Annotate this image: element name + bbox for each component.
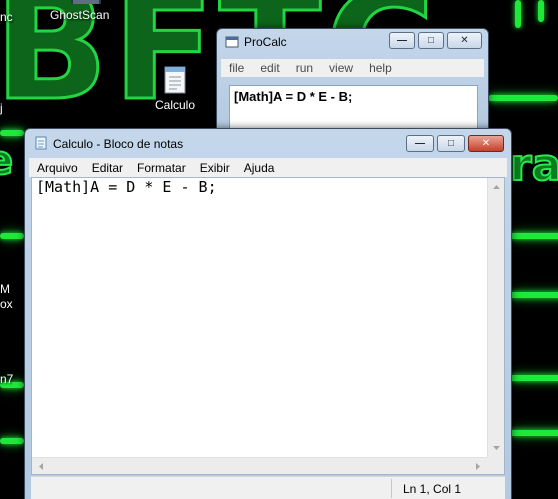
procalc-titlebar[interactable]: ProCalc — □ ✕: [217, 29, 488, 55]
wallpaper-neon-line: [488, 95, 558, 101]
close-icon: ✕: [460, 35, 469, 46]
menu-run[interactable]: run: [288, 61, 321, 75]
menu-editar[interactable]: Editar: [84, 161, 129, 175]
menu-exibir[interactable]: Exibir: [192, 161, 236, 175]
notepad-window: Calculo - Bloco de notas — □ ✕ Arquivo E…: [24, 128, 512, 499]
menu-arquivo[interactable]: Arquivo: [29, 161, 84, 175]
desktop-label-partial: n7: [0, 372, 14, 386]
minimize-icon: —: [397, 35, 407, 46]
scroll-right-arrow-icon[interactable]: [471, 458, 485, 475]
menu-help[interactable]: help: [361, 61, 400, 75]
desktop-icon-label: Calculo: [155, 98, 196, 112]
maximize-button[interactable]: □: [418, 32, 444, 49]
wallpaper-neon-line: [0, 130, 24, 136]
wallpaper-neon-line: [510, 292, 558, 298]
desktop-icon-calculo[interactable]: Calculo: [152, 64, 200, 116]
menu-formatar[interactable]: Formatar: [129, 161, 192, 175]
window-title: ProCalc: [244, 35, 287, 49]
ghostscan-icon: [71, 0, 101, 4]
app-window-icon: [225, 36, 239, 48]
vertical-scrollbar[interactable]: [487, 178, 504, 457]
desktop-icon-label: GhostScan: [50, 8, 110, 22]
horizontal-scrollbar[interactable]: [32, 457, 487, 474]
desktop-icon-ghostscan[interactable]: GhostScan: [50, 0, 110, 34]
wallpaper-neon-line: [0, 233, 24, 239]
menu-ajuda[interactable]: Ajuda: [236, 161, 281, 175]
wallpaper-neon-line: [510, 375, 558, 381]
text-file-icon: [164, 66, 186, 94]
notepad-text: [Math]A = D * E - B;: [36, 178, 217, 196]
scroll-down-arrow-icon[interactable]: [488, 441, 505, 455]
wallpaper-neon-line: [510, 430, 558, 436]
procalc-window: ProCalc — □ ✕ file edit run view help [M…: [216, 28, 489, 138]
notepad-menubar: Arquivo Editar Formatar Exibir Ajuda: [29, 158, 507, 177]
wallpaper-letters-right: rat: [509, 139, 558, 192]
maximize-icon: □: [447, 138, 455, 149]
notepad-icon: [35, 136, 47, 150]
status-bar: Ln 1, Col 1: [31, 476, 505, 499]
maximize-button[interactable]: □: [437, 135, 465, 152]
maximize-icon: □: [427, 35, 435, 46]
scrollbar-corner: [487, 457, 504, 474]
desktop-label-partial: nc: [0, 10, 13, 24]
wallpaper-neon-line: [510, 233, 558, 239]
notepad-titlebar[interactable]: Calculo - Bloco de notas — □ ✕: [25, 129, 511, 155]
close-button[interactable]: ✕: [447, 32, 482, 49]
minimize-button[interactable]: —: [406, 135, 434, 152]
scroll-up-arrow-icon[interactable]: [488, 180, 505, 194]
cursor-position: Ln 1, Col 1: [403, 482, 462, 496]
window-title: Calculo - Bloco de notas: [53, 137, 184, 151]
scroll-left-arrow-icon[interactable]: [34, 458, 48, 475]
menu-file[interactable]: file: [221, 61, 252, 75]
desktop-label-partial: ox: [0, 297, 13, 311]
menu-edit[interactable]: edit: [252, 61, 287, 75]
status-separator: [391, 479, 392, 498]
wallpaper-letter-left: e: [0, 137, 14, 185]
notepad-text-area[interactable]: [Math]A = D * E - B;: [31, 177, 505, 475]
desktop-label-partial: M: [0, 282, 10, 296]
minimize-icon: —: [415, 138, 425, 149]
wallpaper-neon-line: [0, 438, 24, 444]
close-icon: ✕: [481, 138, 491, 149]
menu-view[interactable]: view: [321, 61, 361, 75]
close-button[interactable]: ✕: [468, 135, 504, 152]
desktop-label-partial: j: [0, 101, 3, 115]
wallpaper-neon-line: [538, 0, 544, 22]
wallpaper-neon-line: [515, 0, 521, 28]
minimize-button[interactable]: —: [389, 32, 415, 49]
procalc-menubar: file edit run view help: [221, 59, 484, 77]
